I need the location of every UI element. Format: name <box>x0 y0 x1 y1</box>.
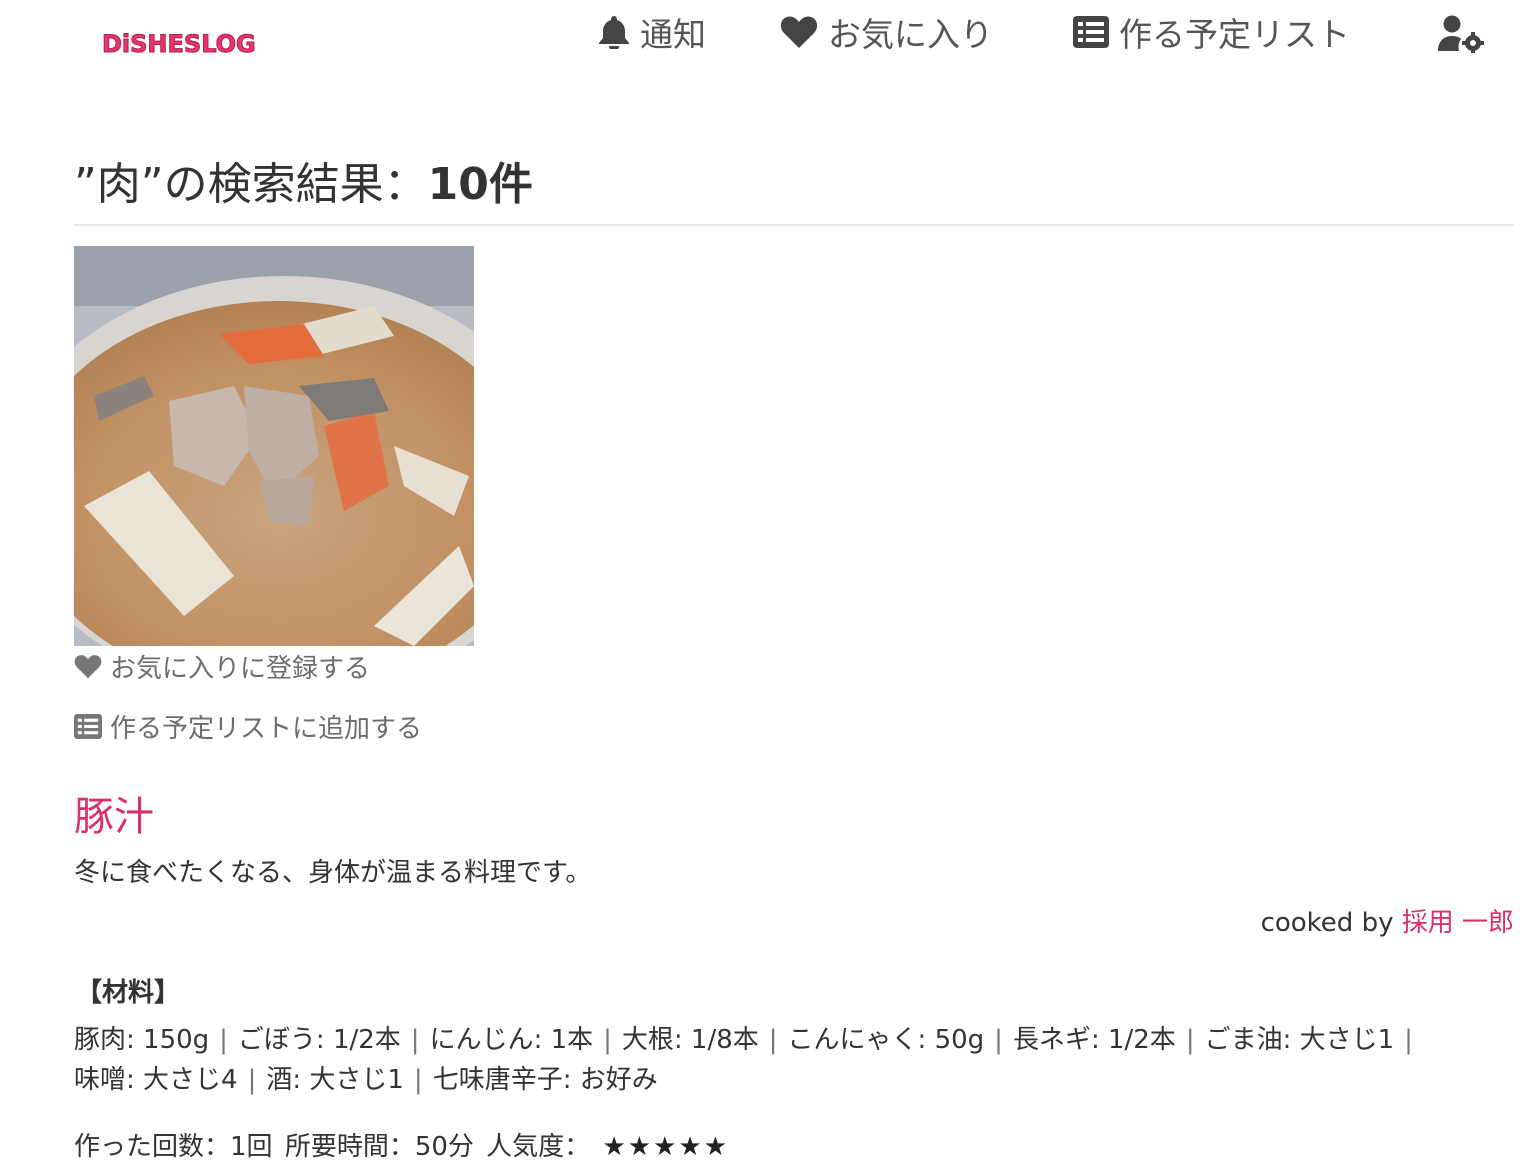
list-icon <box>74 714 102 739</box>
recipe-meta: 作った回数：1回 所要時間：50分 人気度： ★★★★★ <box>74 1126 733 1163</box>
ingredient-item: 大根: 1/8本 <box>621 1025 759 1055</box>
header: DiSHESLOG 通知 お気に入り 作る予定リスト <box>0 0 1530 90</box>
nav-favorites[interactable]: お気に入り <box>780 10 993 54</box>
recipe-title[interactable]: 豚汁 <box>74 784 154 842</box>
ingredient-item: ごま油: 大さじ1 <box>1204 1025 1395 1055</box>
add-to-favorites-label: お気に入りに登録する <box>110 654 371 684</box>
ingredient-item: 長ネギ: 1/2本 <box>1012 1025 1176 1055</box>
ingredient-item: 豚肉: 150g <box>74 1025 210 1055</box>
nav-plan-list-label: 作る予定リスト <box>1119 15 1350 54</box>
add-to-favorites-button[interactable]: お気に入りに登録する <box>74 648 370 685</box>
cooked-by: cooked by 採用 一郎 <box>1261 902 1514 939</box>
nav-user-settings[interactable] <box>1438 12 1494 56</box>
nav-notifications[interactable]: 通知 <box>598 10 706 54</box>
ingredient-separator: | <box>1185 1025 1195 1055</box>
ingredient-separator: | <box>768 1025 778 1055</box>
ingredient-item: ごぼう: 1/2本 <box>237 1025 401 1055</box>
ingredient-separator: | <box>994 1025 1003 1055</box>
ingredients-list: 豚肉: 150g | ごぼう: 1/2本 | にんじん: 1本 | 大根: 1/8本 | こんに… <box>74 1020 1514 1100</box>
nav-favorites-label: お気に入り <box>828 15 993 54</box>
ingredient-separator: | <box>603 1025 612 1055</box>
user-cog-icon <box>1438 15 1484 53</box>
ingredient-separator: | <box>1404 1025 1413 1055</box>
nav-notifications-label: 通知 <box>640 15 706 54</box>
ingredient-separator: | <box>410 1025 420 1055</box>
app-logo[interactable]: DiSHESLOG <box>102 30 257 59</box>
ingredient-separator: | <box>219 1025 228 1055</box>
recipe-photo[interactable] <box>74 246 474 646</box>
popularity-stars: ★★★★★ <box>602 1132 729 1162</box>
ingredient-item: 味噌: 大さじ4 <box>74 1065 238 1095</box>
search-title-prefix: ”肉”の検索結果： <box>74 159 428 210</box>
ingredient-item: 七味唐辛子: お好み <box>432 1065 658 1095</box>
heart-icon <box>74 655 102 679</box>
ingredient-item: こんにゃく: 50g <box>787 1025 985 1055</box>
bell-icon <box>599 16 629 49</box>
author-link[interactable]: 採用 一郎 <box>1402 908 1514 938</box>
nav-plan-list[interactable]: 作る予定リスト <box>1073 10 1350 54</box>
time-required: 所要時間：50分 <box>284 1132 474 1162</box>
heart-icon <box>780 16 818 48</box>
cooked-by-label: cooked by <box>1260 908 1394 938</box>
ingredient-item: 酒: 大さじ1 <box>266 1065 404 1095</box>
add-to-plan-list-button[interactable]: 作る予定リストに追加する <box>74 708 422 745</box>
popularity-label: 人気度： <box>486 1132 591 1162</box>
ingredient-separator: | <box>247 1065 257 1095</box>
list-icon <box>1073 16 1109 48</box>
ingredient-separator: | <box>413 1065 423 1095</box>
divider <box>74 224 1514 226</box>
add-to-plan-list-label: 作る予定リストに追加する <box>110 714 423 744</box>
search-result-count: 10件 <box>427 159 533 210</box>
made-count: 作った回数：1回 <box>74 1132 273 1162</box>
ingredient-item: にんじん: 1本 <box>429 1025 594 1055</box>
tonjiru-photo <box>74 246 474 646</box>
page-title: ”肉”の検索結果：10件 <box>74 148 533 212</box>
recipe-description: 冬に食べたくなる、身体が温まる料理です。 <box>74 858 592 888</box>
ingredients-heading: 【材料】 <box>76 978 181 1008</box>
